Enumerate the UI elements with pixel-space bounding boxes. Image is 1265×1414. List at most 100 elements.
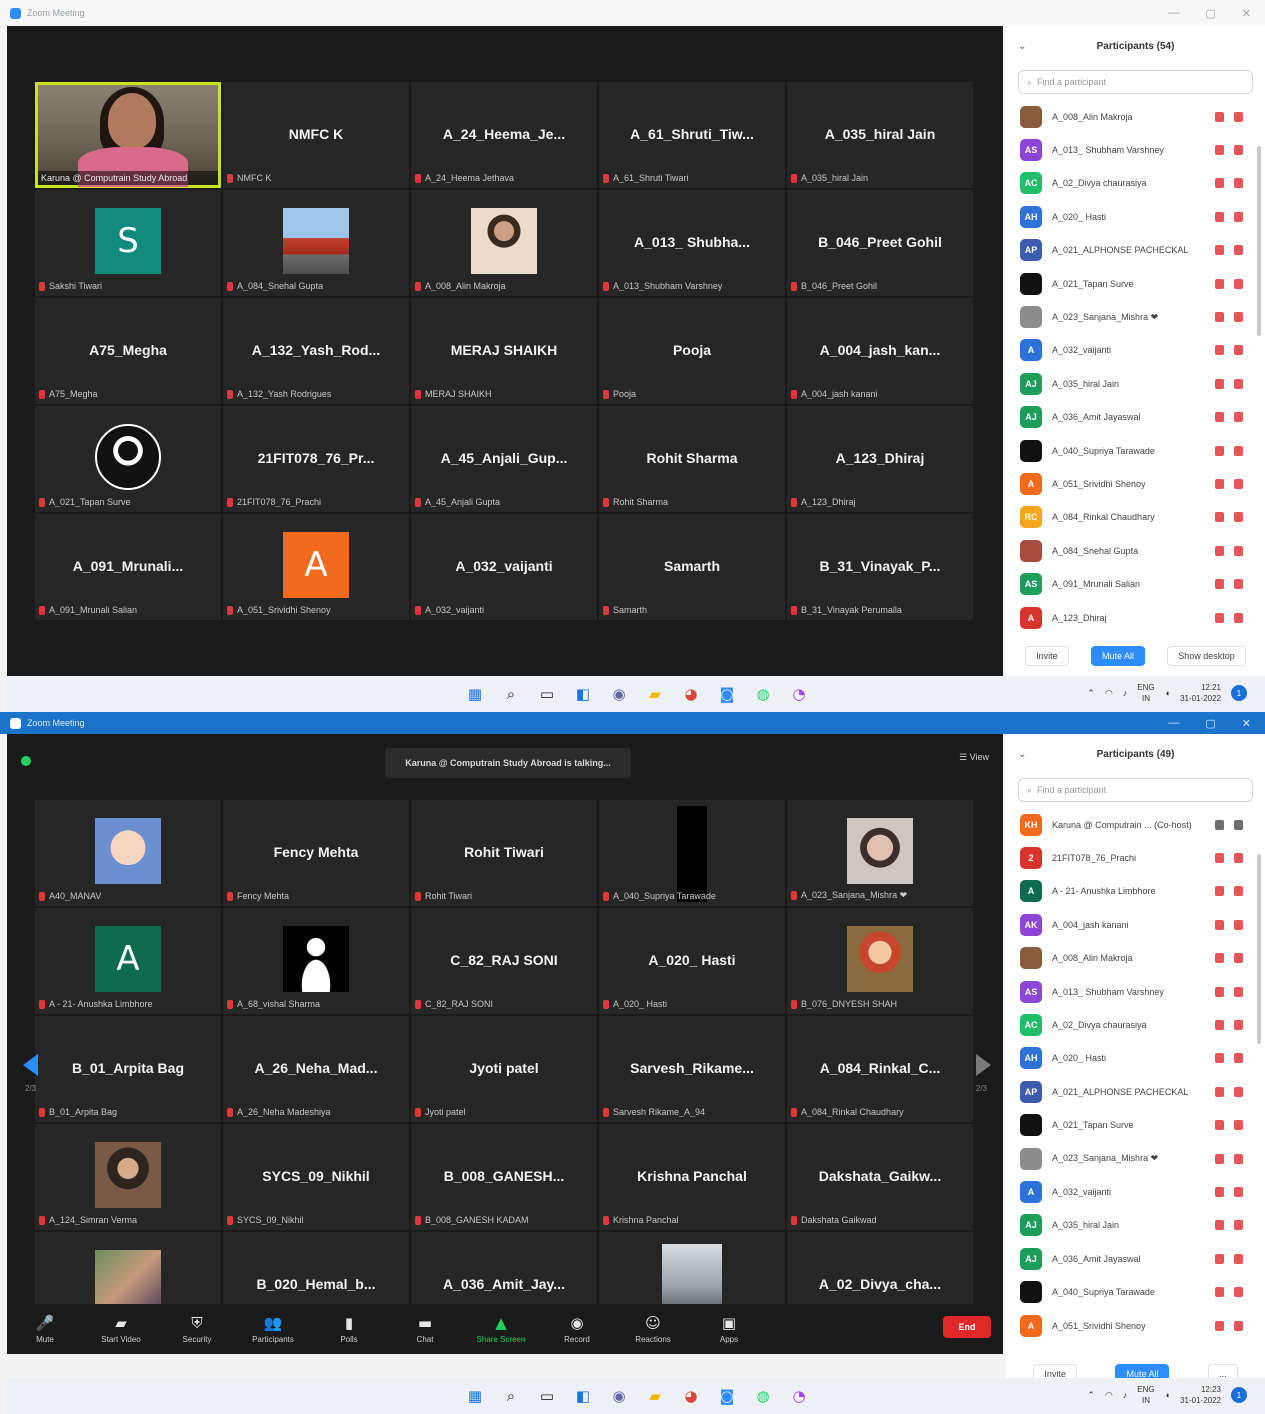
video-tile[interactable]: A_008_Alin Makroja xyxy=(411,190,597,296)
video-tile[interactable]: A_26_Neha_Mad... A_26_Neha Madeshiya xyxy=(223,1016,409,1122)
participant-row[interactable]: A_023_Sanjana_Mishra ❤ xyxy=(1006,300,1265,333)
video-tile[interactable]: A_24_Heema_Je... A_24_Heema Jethava xyxy=(411,82,597,188)
video-tile[interactable]: Pooja Pooja xyxy=(599,298,785,404)
participant-row[interactable]: KH Karuna @ Computrain ... (Co-host) xyxy=(1006,808,1265,841)
video-tile[interactable]: A_035_hiral Jain A_035_hiral Jain xyxy=(787,82,973,188)
invite-button[interactable]: Invite xyxy=(1025,646,1069,666)
whatsapp-icon[interactable]: ◍ xyxy=(751,1384,775,1408)
participant-row[interactable]: A_040_Supriya Tarawade xyxy=(1006,434,1265,467)
participant-list-scrollbar[interactable] xyxy=(1257,854,1261,1044)
close-button[interactable]: ✕ xyxy=(1242,717,1251,730)
show-desktop-button[interactable]: Show desktop xyxy=(1167,646,1246,666)
video-tile[interactable]: A_013_ Shubha... A_013_Shubham Varshney xyxy=(599,190,785,296)
participant-row[interactable]: AJ A_035_hiral Jain xyxy=(1006,367,1265,400)
polls-button[interactable]: ▮ Polls xyxy=(311,1315,387,1344)
participant-row[interactable]: RC A_084_Rinkal Chaudhary xyxy=(1006,501,1265,534)
participant-row[interactable]: AS A_013_ Shubham Varshney xyxy=(1006,975,1265,1008)
chevron-down-icon[interactable]: ⌄ xyxy=(1018,749,1026,760)
search-icon[interactable]: ⌕ xyxy=(499,682,523,706)
participant-row[interactable]: A_021_Tapan Surve xyxy=(1006,1109,1265,1142)
participant-row[interactable]: A_021_Tapan Surve xyxy=(1006,267,1265,300)
video-tile[interactable]: A_68_vishal Sharma xyxy=(223,908,409,1014)
view-button[interactable]: ☰ View xyxy=(959,752,989,763)
participant-row[interactable]: AP A_021_ALPHONSE PACHECKAL xyxy=(1006,234,1265,267)
video-tile[interactable]: B_046_Preet Gohil B_046_Preet Gohil xyxy=(787,190,973,296)
video-tile[interactable]: A40_MANAV xyxy=(35,800,221,906)
zoom-icon[interactable]: ◙ xyxy=(715,682,739,706)
teams-chat-icon[interactable]: ◉ xyxy=(607,1384,631,1408)
chrome-profile-icon[interactable]: ◔ xyxy=(787,1384,811,1408)
participant-row[interactable]: AJ A_036_Amit Jayaswal xyxy=(1006,1242,1265,1275)
participant-row[interactable]: A A_032_vaijanti xyxy=(1006,334,1265,367)
video-tile[interactable]: Krishna Panchal Krishna Panchal xyxy=(599,1124,785,1230)
maximize-button[interactable]: ▢ xyxy=(1205,7,1215,20)
chat-button[interactable]: ▬ Chat xyxy=(387,1315,463,1344)
video-tile[interactable]: B_31_Vinayak_P... B_31_Vinayak Perumalla xyxy=(787,514,973,620)
video-tile[interactable]: A_124_Simran Verma xyxy=(35,1124,221,1230)
participant-row[interactable]: A_008_Alin Makroja xyxy=(1006,100,1265,133)
video-tile[interactable]: A75_Megha A75_Megha xyxy=(35,298,221,404)
participant-search-input[interactable]: ⌕ Find a participant xyxy=(1018,778,1253,802)
video-tile[interactable]: A_123_Dhiraj A_123_Dhiraj xyxy=(787,406,973,512)
participant-row[interactable]: AJ A_035_hiral Jain xyxy=(1006,1209,1265,1242)
search-icon[interactable]: ⌕ xyxy=(499,1384,523,1408)
participant-row[interactable]: A A_051_Srividhi Shenoy xyxy=(1006,467,1265,500)
reactions-button[interactable]: ☺ Reactions xyxy=(615,1315,691,1344)
file-explorer-icon[interactable]: ▰ xyxy=(643,1384,667,1408)
participant-row[interactable]: A_008_Alin Makroja xyxy=(1006,942,1265,975)
video-tile[interactable]: A A - 21- Anushka Limbhore xyxy=(35,908,221,1014)
volume-icon[interactable]: ◖ xyxy=(1165,688,1170,698)
video-tile[interactable]: Samarth Samarth xyxy=(599,514,785,620)
previous-page-arrow-icon[interactable] xyxy=(23,1054,38,1076)
participant-row[interactable]: AJ A_036_Amit Jayaswal xyxy=(1006,401,1265,434)
video-tile[interactable]: A_61_Shruti_Tiw... A_61_Shruti Tiwari xyxy=(599,82,785,188)
video-tile[interactable]: B_01_Arpita Bag B_01_Arpita Bag xyxy=(35,1016,221,1122)
teams-chat-icon[interactable]: ◉ xyxy=(607,682,631,706)
whatsapp-icon[interactable]: ◍ xyxy=(751,682,775,706)
participant-row[interactable]: AH A_020_ Hasti xyxy=(1006,1042,1265,1075)
participant-row[interactable]: AC A_02_Divya chaurasiya xyxy=(1006,167,1265,200)
video-tile[interactable]: Rohit Tiwari Rohit Tiwari xyxy=(411,800,597,906)
participant-row[interactable]: A_084_Snehal Gupta xyxy=(1006,534,1265,567)
notification-badge[interactable]: 1 xyxy=(1231,685,1247,701)
microphone-icon[interactable]: ♪ xyxy=(1123,688,1128,698)
clock[interactable]: 12:23 31-01-2022 xyxy=(1180,1384,1221,1406)
zoom-icon[interactable]: ◙ xyxy=(715,1384,739,1408)
language-indicator[interactable]: ENG IN xyxy=(1137,1384,1154,1406)
widgets-icon[interactable]: ◧ xyxy=(571,1384,595,1408)
video-tile[interactable]: A_021_Tapan Surve xyxy=(35,406,221,512)
minimize-button[interactable]: — xyxy=(1168,7,1179,19)
video-tile[interactable]: Rohit Sharma Rohit Sharma xyxy=(599,406,785,512)
chrome-profile-icon[interactable]: ◔ xyxy=(787,682,811,706)
file-explorer-icon[interactable]: ▰ xyxy=(643,682,667,706)
participant-list-scrollbar[interactable] xyxy=(1257,146,1261,336)
mute-button[interactable]: 🎤 Mute xyxy=(7,1315,83,1344)
minimize-button[interactable]: — xyxy=(1168,717,1179,729)
participant-row[interactable]: AK A_004_jash kanani xyxy=(1006,908,1265,941)
participant-row[interactable]: AP A_021_ALPHONSE PACHECKAL xyxy=(1006,1075,1265,1108)
chrome-icon[interactable]: ◕ xyxy=(679,1384,703,1408)
video-tile[interactable]: A_132_Yash_Rod... A_132_Yash Rodrigues xyxy=(223,298,409,404)
video-tile[interactable]: Jyoti patel Jyoti patel xyxy=(411,1016,597,1122)
participant-search-input[interactable]: ⌕ Find a participant xyxy=(1018,70,1253,94)
video-tile[interactable]: A_084_Rinkal_C... A_084_Rinkal Chaudhary xyxy=(787,1016,973,1122)
video-tile[interactable]: MERAJ SHAIKH MERAJ SHAIKH xyxy=(411,298,597,404)
participant-row[interactable]: A A_032_vaijanti xyxy=(1006,1175,1265,1208)
video-tile[interactable]: A_040_Supriya Tarawade xyxy=(599,800,785,906)
participant-row[interactable]: 2 21FIT078_76_Prachi xyxy=(1006,841,1265,874)
participant-row[interactable]: AC A_02_Divya chaurasiya xyxy=(1006,1008,1265,1041)
tray-overflow-icon[interactable]: ⌃ xyxy=(1087,688,1095,699)
volume-icon[interactable]: ◖ xyxy=(1165,1390,1170,1400)
mute-all-button[interactable]: Mute All xyxy=(1090,646,1145,666)
video-tile[interactable]: Fency Mehta Fency Mehta xyxy=(223,800,409,906)
participant-row[interactable]: A_023_Sanjana_Mishra ❤ xyxy=(1006,1142,1265,1175)
close-button[interactable]: ✕ xyxy=(1242,7,1251,20)
video-tile[interactable]: A A_051_Srividhi Shenoy xyxy=(223,514,409,620)
record-button[interactable]: ◉ Record xyxy=(539,1315,615,1344)
participant-row[interactable]: A_040_Supriya Tarawade xyxy=(1006,1275,1265,1308)
participant-row[interactable]: AH A_020_ Hasti xyxy=(1006,200,1265,233)
video-tile[interactable]: B_008_GANESH... B_008_GANESH KADAM xyxy=(411,1124,597,1230)
video-tile[interactable]: A_091_Mrunali... A_091_Mrunali Salian xyxy=(35,514,221,620)
video-tile[interactable]: S Sakshi Tiwari xyxy=(35,190,221,296)
participants-button[interactable]: 👥 Participants xyxy=(235,1315,311,1344)
